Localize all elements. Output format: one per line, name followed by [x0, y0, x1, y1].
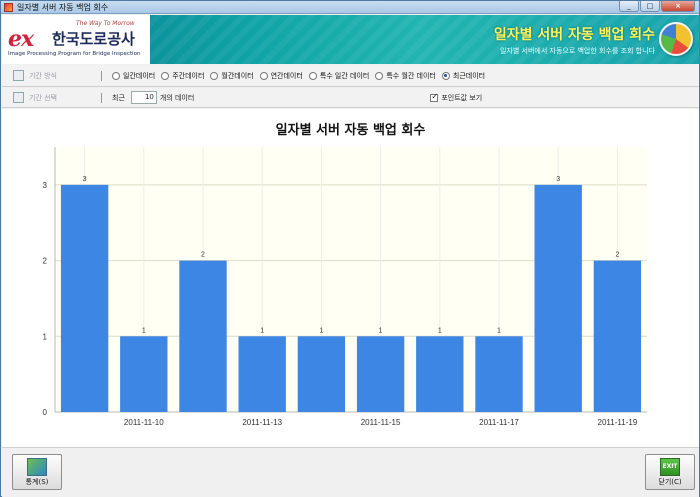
- window-controls: _ □ ×: [619, 1, 695, 12]
- recent-count-input[interactable]: 10: [130, 91, 157, 104]
- close-button-label: 닫기(C): [658, 478, 682, 486]
- period-option-label: 월간데이터: [221, 71, 254, 80]
- radio-button[interactable]: [375, 71, 384, 80]
- banner-title: 일자별 서버 자동 백업 회수: [493, 27, 655, 43]
- banner-description: 일자별 서버에서 자동으로 백업한 회수를 조회 합니다: [499, 47, 655, 55]
- show-point-values-checkbox[interactable]: [430, 92, 439, 102]
- period-option-label: 특수 일간 데이터: [319, 71, 370, 80]
- divider: [101, 92, 102, 103]
- x-tick-label: 2011-11-17: [479, 418, 519, 427]
- period-option-2[interactable]: 월간데이터: [210, 71, 254, 81]
- maximize-button[interactable]: □: [640, 1, 660, 12]
- bar-data-label: 1: [497, 327, 501, 334]
- radio-button[interactable]: [112, 71, 120, 80]
- chart-panel: 일자별 서버 자동 백업 회수 0 1 2 3 3 1 2011-11-10 2 1 2011-1…: [2, 109, 699, 447]
- calendar-icon: [13, 70, 24, 81]
- bar-2011-11-09: [60, 184, 109, 412]
- show-point-values-label: 포인트값 보기: [441, 93, 483, 102]
- bar-2011-11-10: [120, 336, 168, 412]
- stats-button-label: 통계(S): [25, 478, 49, 486]
- bar-data-label: 1: [379, 327, 383, 334]
- bottom-toolbar: 통계(S) EXIT 닫기(C): [2, 447, 699, 497]
- bar-data-label: 2: [615, 252, 619, 259]
- title-bar: 일자별 서버 자동 백업 회수 _ □ ×: [1, 1, 699, 14]
- radio-button[interactable]: [308, 71, 317, 80]
- x-tick-label: 2011-11-19: [598, 418, 638, 427]
- logo-subtitle: Image Processing Program for Bridge Insp…: [8, 51, 141, 57]
- show-point-values-toggle[interactable]: 포인트값 보기: [430, 92, 483, 103]
- y-tick-label: 0: [43, 408, 48, 417]
- radio-button[interactable]: [441, 71, 450, 80]
- x-tick-label: 2011-11-15: [361, 418, 401, 427]
- period-option-0[interactable]: 일간데이터: [112, 71, 155, 81]
- y-tick-label: 3: [43, 181, 48, 190]
- period-option-6[interactable]: 최근데이터: [441, 71, 486, 81]
- bar-data-label: 3: [556, 176, 560, 183]
- app-window: 일자별 서버 자동 백업 회수 _ □ × The Way To Morrow …: [0, 0, 700, 497]
- window-title: 일자별 서버 자동 백업 회수: [17, 3, 109, 12]
- period-type-radio-group: 일간데이터 주간데이터 월간데이터 연간데이터 특수 일간 데이터 특수 월간 데이터 최근…: [112, 71, 491, 81]
- radio-button[interactable]: [161, 71, 170, 80]
- logo-mark: ex: [8, 26, 34, 52]
- radio-button[interactable]: [259, 71, 268, 80]
- logo-tagline: The Way To Morrow: [76, 20, 135, 27]
- grid-icon: [13, 92, 24, 103]
- bar-2011-11-17: [475, 336, 523, 412]
- period-option-label: 주간데이터: [172, 71, 205, 80]
- stats-chart-icon: [27, 458, 47, 476]
- period-option-3[interactable]: 연간데이터: [259, 71, 303, 81]
- y-tick-label: 1: [43, 332, 48, 341]
- bar-data-label: 2: [201, 252, 205, 259]
- bar-data-label: 1: [319, 327, 323, 334]
- period-type-bar: 기간 방식 일간데이터 주간데이터 월간데이터 연간데이터 특수 일간 데이터 특수 월간…: [2, 65, 699, 87]
- period-select-label: 기간 선택: [29, 93, 57, 102]
- period-select-bar: 기간 선택 최근 10 개의 데이터 포인트값 보기: [2, 88, 699, 108]
- period-option-1[interactable]: 주간데이터: [161, 71, 204, 81]
- close-window-button[interactable]: ×: [661, 1, 695, 12]
- y-tick-label: 2: [43, 257, 48, 266]
- period-option-label: 특수 월간 데이터: [386, 71, 436, 80]
- bar-data-label: 1: [142, 327, 146, 334]
- bar-data-label: 3: [83, 176, 87, 183]
- bar-2011-11-19: [593, 260, 642, 412]
- period-option-4[interactable]: 특수 일간 데이터: [308, 71, 370, 81]
- period-option-label: 연간데이터: [270, 71, 303, 80]
- header-banner: The Way To Morrow ex 한국도로공사 Image Proces…: [2, 15, 699, 64]
- recent-prefix-label: 최근: [112, 93, 125, 102]
- period-option-5[interactable]: 특수 월간 데이터: [375, 71, 436, 81]
- close-button[interactable]: EXIT 닫기(C): [645, 454, 695, 490]
- recent-suffix-label: 개의 데이터: [159, 93, 195, 102]
- company-logo: The Way To Morrow ex 한국도로공사 Image Proces…: [2, 15, 150, 64]
- bar-2011-11-15: [356, 336, 405, 412]
- bar-2011-11-13: [238, 336, 286, 412]
- logo-company-name: 한국도로공사: [52, 30, 135, 48]
- x-tick-label: 2011-11-13: [242, 418, 282, 427]
- divider: [101, 70, 102, 81]
- radio-button[interactable]: [210, 71, 219, 80]
- x-tick-label: 2011-11-10: [124, 418, 164, 427]
- app-icon: [4, 3, 13, 12]
- period-option-label: 최근데이터: [452, 71, 486, 80]
- exit-icon: EXIT: [660, 458, 680, 476]
- bar-data-label: 1: [438, 327, 442, 334]
- bar-2011-11-18: [534, 184, 582, 412]
- bar-data-label: 1: [260, 327, 264, 334]
- backup-count-bar-chart: 0 1 2 3 3 1 2011-11-10 2 1 2011-11-13 1 1 2011-11-15…: [43, 147, 647, 427]
- period-type-label: 기간 방식: [29, 71, 57, 80]
- stats-button[interactable]: 통계(S): [12, 454, 62, 490]
- bar-2011-11-14: [297, 336, 346, 412]
- bar-2011-11-11: [179, 260, 227, 412]
- minimize-button[interactable]: _: [619, 1, 639, 12]
- pie-chart-icon: [659, 22, 693, 56]
- period-option-label: 일간데이터: [123, 71, 156, 80]
- bar-2011-11-16: [416, 336, 464, 412]
